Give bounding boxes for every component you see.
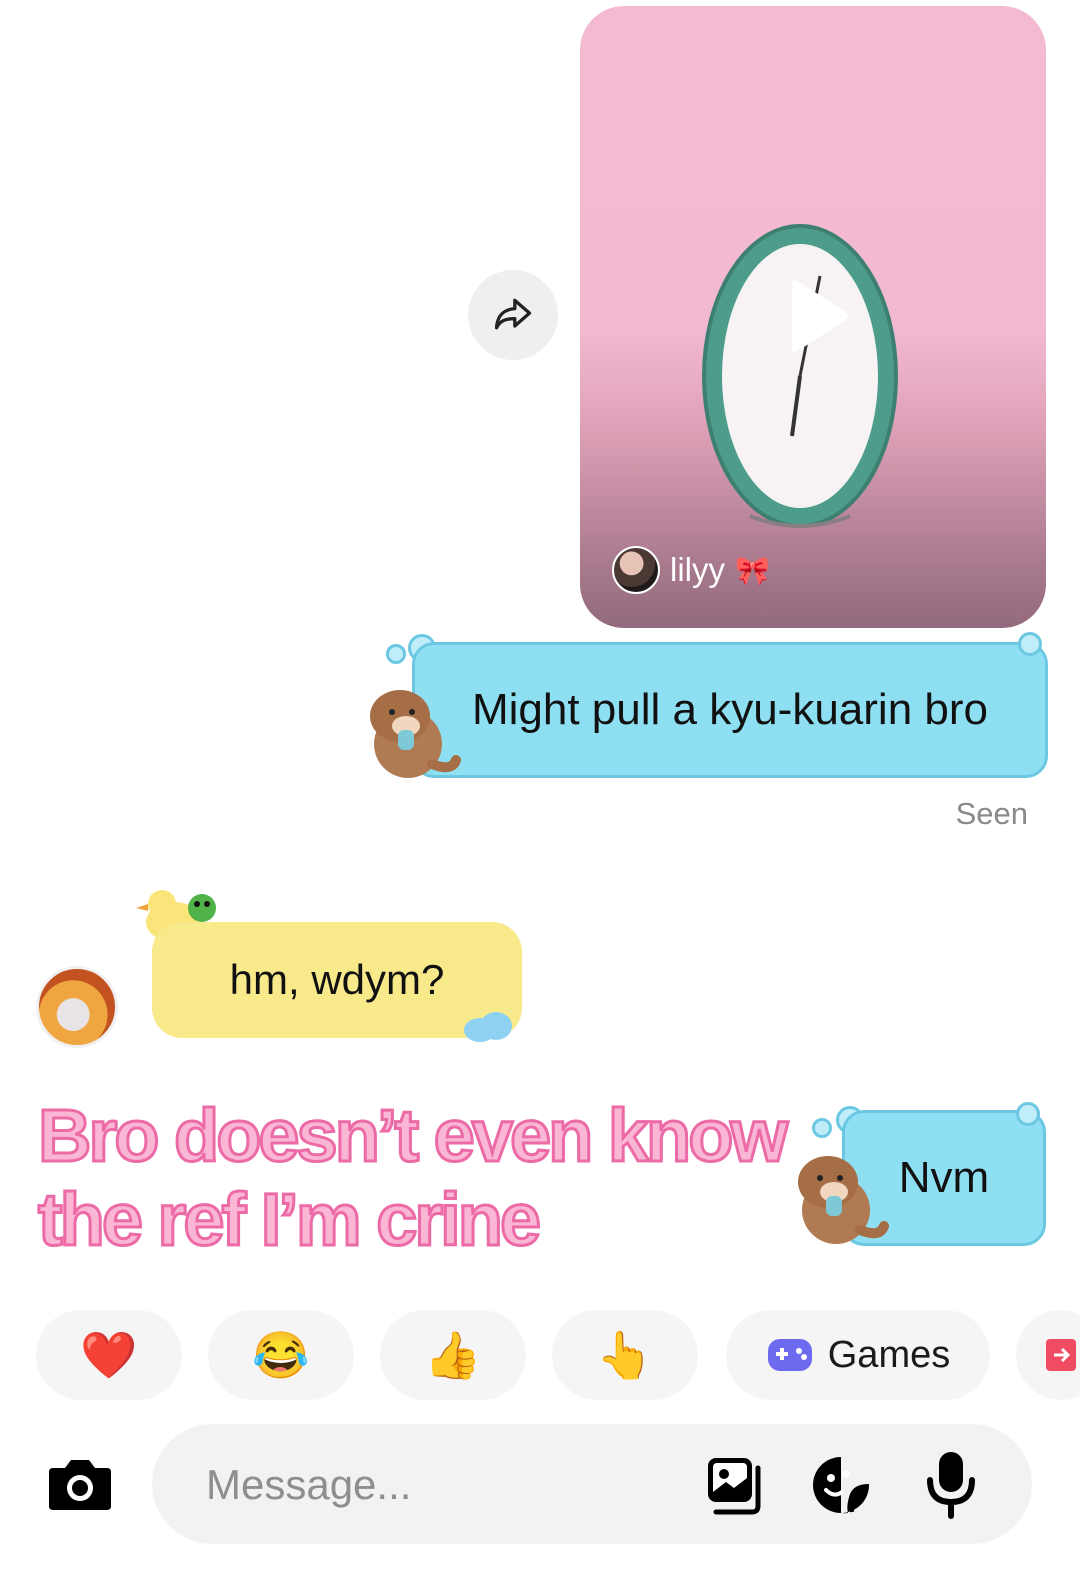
- quick-reaction-point[interactable]: 👆: [552, 1310, 698, 1400]
- share-arrow-icon: [494, 298, 532, 330]
- games-button[interactable]: Games: [726, 1310, 990, 1400]
- message-text: Nvm: [898, 1153, 990, 1202]
- bubble-decoration-drop: [386, 644, 406, 664]
- reel-author[interactable]: lilyy 🎀: [612, 546, 770, 594]
- quick-reaction-heart[interactable]: ❤️: [36, 1310, 182, 1400]
- quick-reaction-thumbs-up[interactable]: 👍: [380, 1310, 526, 1400]
- sender-avatar[interactable]: [36, 966, 118, 1048]
- otter-sticker-icon: [798, 1156, 889, 1244]
- bubble-decoration-drop: [1016, 1102, 1040, 1126]
- thumbs-up-icon: 👍: [424, 1328, 482, 1381]
- game-controller-icon: [767, 1339, 812, 1371]
- camera-icon: [49, 1460, 111, 1510]
- sticker-icon[interactable]: [810, 1454, 872, 1516]
- otter-sticker-icon: [370, 690, 461, 778]
- message-text: hm, wdym?: [229, 956, 445, 1003]
- heart-icon: ❤️: [80, 1328, 138, 1381]
- quick-reaction-laugh[interactable]: 😂: [208, 1310, 354, 1400]
- cloud-sticker-icon: [464, 1012, 512, 1042]
- share-reel-button[interactable]: [468, 270, 558, 360]
- gallery-icon[interactable]: [704, 1454, 766, 1516]
- laughing-emoji-icon: 😂: [252, 1328, 310, 1381]
- message-input[interactable]: [204, 1456, 668, 1514]
- shared-reel-card[interactable]: lilyy 🎀: [580, 6, 1046, 628]
- bubble-decoration-drop: [1018, 632, 1042, 656]
- reel-author-decoration: 🎀: [735, 554, 770, 586]
- play-icon[interactable]: [790, 276, 850, 356]
- reel-author-name: lilyy: [670, 551, 725, 588]
- microphone-icon[interactable]: [924, 1450, 978, 1520]
- more-chip[interactable]: [1016, 1310, 1080, 1400]
- overlay-caption: Bro doesn’t even know the ref I’m crine: [37, 1093, 790, 1263]
- partial-app-icon: [1046, 1339, 1076, 1371]
- my-message-bubble[interactable]: Might pull a kyu-kuarin bro: [412, 642, 1048, 778]
- message-composer[interactable]: [152, 1424, 1032, 1544]
- games-label: Games: [827, 1333, 951, 1376]
- bubble-decoration-drop: [812, 1118, 832, 1138]
- pointing-hand-icon: 👆: [596, 1328, 654, 1381]
- camera-button[interactable]: [44, 1448, 116, 1520]
- seen-status: Seen: [955, 796, 1028, 831]
- reel-author-avatar: [612, 546, 660, 594]
- reel-thumbnail-clock: [702, 224, 898, 528]
- message-text: Might pull a kyu-kuarin bro: [471, 685, 988, 734]
